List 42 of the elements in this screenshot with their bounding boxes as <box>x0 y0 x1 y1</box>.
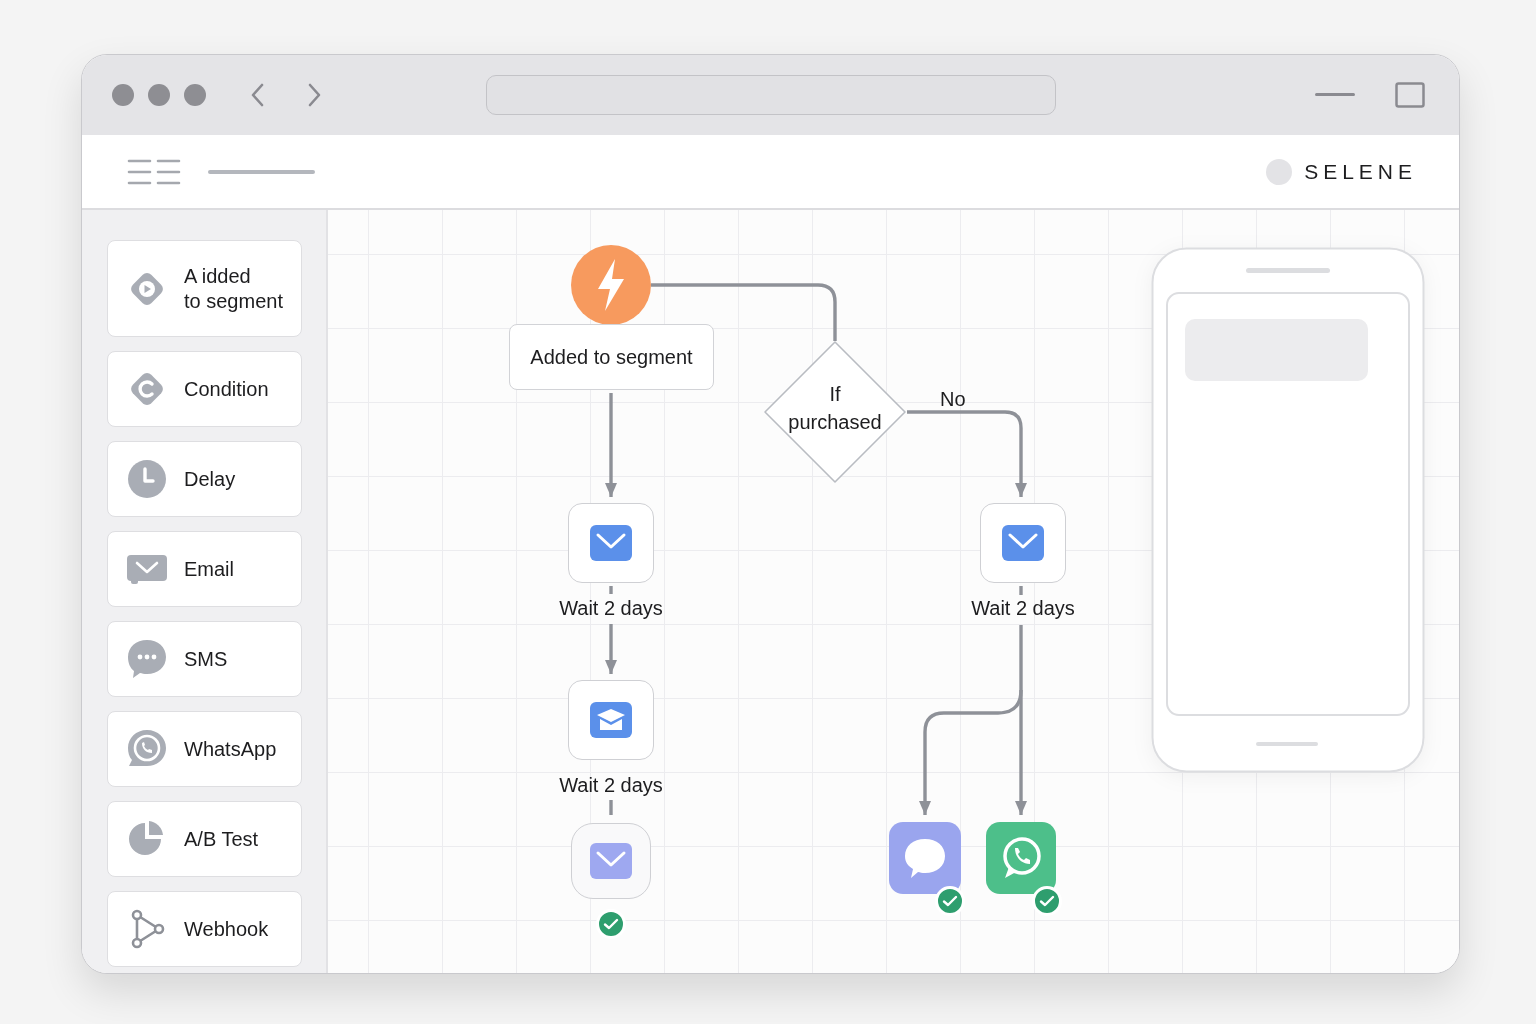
connector-line <box>609 586 613 594</box>
connector-arrow <box>605 624 617 674</box>
palette-item[interactable]: A/B Test <box>107 801 302 877</box>
minimize-icon[interactable] <box>1315 93 1355 97</box>
lightning-trigger-icon[interactable] <box>571 245 651 325</box>
envelope-icon <box>589 842 633 880</box>
palette-item[interactable]: SMS <box>107 621 302 697</box>
connector-line <box>1019 586 1023 595</box>
envelope-icon <box>1001 524 1045 562</box>
chat-bubble-icon <box>125 637 169 681</box>
chat-bubble-icon <box>902 836 948 880</box>
condition-label: If purchased <box>787 382 883 435</box>
brand-name: SELENE <box>1304 159 1417 184</box>
palette-item[interactable]: A idded to segment <box>107 240 302 337</box>
palette-item[interactable]: Webhook <box>107 891 302 967</box>
palette-item[interactable]: Condition <box>107 351 302 427</box>
clock-icon <box>125 457 169 501</box>
palette-item[interactable]: Email <box>107 531 302 607</box>
maximize-icon[interactable] <box>1395 82 1425 108</box>
connector-line <box>609 800 613 815</box>
flow-node[interactable] <box>889 822 961 894</box>
palette-item[interactable]: Delay <box>107 441 302 517</box>
open-envelope-icon <box>589 701 633 739</box>
trigger-node[interactable]: Added to segment <box>509 324 714 390</box>
window-control-dot[interactable] <box>184 84 206 106</box>
flow-node[interactable] <box>980 503 1066 583</box>
condition-diamond[interactable] <box>764 341 906 483</box>
step-caption: Wait 2 days <box>559 773 663 797</box>
flow-node[interactable] <box>571 823 651 899</box>
step-caption: Wait 2 days <box>559 596 663 620</box>
flow-node[interactable] <box>568 503 654 583</box>
flow-node[interactable] <box>568 680 654 760</box>
address-bar[interactable] <box>486 75 1056 115</box>
logo-icon <box>1266 158 1293 185</box>
flow-node[interactable] <box>986 822 1056 894</box>
envelope-icon <box>589 524 633 562</box>
window-control-dot[interactable] <box>112 84 134 106</box>
menu-icon[interactable] <box>127 157 181 186</box>
window-control-dot[interactable] <box>148 84 170 106</box>
step-caption: Wait 2 days <box>971 596 1075 620</box>
palette-item[interactable]: WhatsApp <box>107 711 302 787</box>
branch-label: No <box>940 387 966 411</box>
